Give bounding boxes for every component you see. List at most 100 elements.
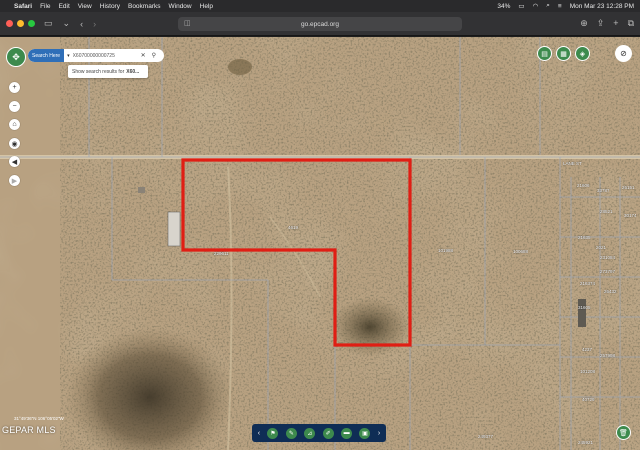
back-icon[interactable]: ‹: [80, 19, 83, 29]
locate-icon: ◉: [11, 140, 18, 148]
structure-shed: [138, 187, 145, 193]
zoom-out-button[interactable]: −: [9, 101, 20, 112]
battery-percent: 34%: [497, 2, 511, 10]
edit-button[interactable]: ✐: [322, 427, 334, 439]
parcel-label: 21606: [577, 183, 590, 188]
parcel-label: 30174: [624, 213, 637, 218]
zoom-window-button[interactable]: [28, 20, 35, 27]
next-extent-button[interactable]: ▶: [9, 175, 20, 186]
parcel-label: 21635: [578, 235, 591, 240]
menu-help[interactable]: Help: [200, 3, 213, 10]
draw-button[interactable]: ✎: [285, 427, 297, 439]
new-tab-icon[interactable]: +: [613, 18, 618, 29]
satellite-map[interactable]: 4619 229611 101988 100688 LANE ST 21606 …: [0, 37, 640, 450]
previous-extent-button[interactable]: ◀: [9, 156, 20, 167]
dense-vegetation: [330, 297, 410, 357]
print-button[interactable]: ▤: [537, 46, 552, 61]
chevron-left-icon[interactable]: ‹: [258, 430, 260, 437]
menu-app-name[interactable]: Safari: [14, 3, 32, 10]
search-input[interactable]: [72, 52, 137, 59]
parcel-label: 229611: [214, 251, 229, 256]
share-icon[interactable]: ⇪: [597, 18, 605, 29]
parcel-label: 231084: [600, 255, 616, 260]
print-icon: ▤: [541, 50, 548, 58]
address-bar[interactable]: ◫ go.epcad.org: [178, 17, 462, 31]
eye-off-icon: ⊘: [620, 49, 627, 58]
map-imagery: [0, 37, 640, 450]
pencil-icon: ✎: [288, 430, 294, 437]
parcel-label: 273797: [600, 269, 616, 274]
search-bar[interactable]: Search Here ▾ ✕ ⚲: [28, 49, 164, 62]
close-window-button[interactable]: [6, 20, 13, 27]
minimize-window-button[interactable]: [17, 20, 24, 27]
control-center-icon[interactable]: ≡: [558, 3, 562, 10]
clear-search-icon[interactable]: ✕: [141, 52, 146, 59]
layers-icon: ◈: [579, 50, 586, 58]
menu-file[interactable]: File: [40, 3, 50, 10]
search-icon[interactable]: ⚲: [152, 52, 156, 59]
browser-toolbar: ▭ ⌄ ‹ › ◫ go.epcad.org ⊕ ⇪ + ⧉: [0, 12, 640, 36]
search-mode-dropdown[interactable]: ▾: [67, 53, 70, 59]
parcel-label: 4619: [288, 225, 299, 230]
parcel-label: 216374: [580, 281, 596, 286]
parcel-label: 245921: [578, 440, 594, 445]
table-icon: ▬: [343, 430, 350, 436]
vegetation-patch: [228, 59, 252, 75]
chevron-right-icon[interactable]: ›: [378, 430, 380, 437]
shield-icon: ◫: [184, 20, 191, 27]
menu-history[interactable]: History: [100, 3, 120, 10]
parcel-label: 26432: [604, 289, 617, 294]
epcad-logo-button[interactable]: ✥: [6, 47, 26, 67]
bookmark-icon: ⚑: [270, 430, 276, 437]
ruler-icon: ⊿: [307, 430, 313, 437]
layers-button[interactable]: ◈: [575, 46, 590, 61]
menu-bookmarks[interactable]: Bookmarks: [128, 3, 161, 10]
forward-icon[interactable]: ›: [93, 19, 96, 29]
epcad-logo-icon: ✥: [12, 51, 20, 62]
visibility-toggle-button[interactable]: ⊘: [615, 45, 632, 62]
basemap-button[interactable]: ▦: [556, 46, 571, 61]
suggestion-query: X60...: [126, 68, 140, 75]
parcel-label: 33787: [597, 188, 610, 193]
parcel-label: 100688: [513, 249, 529, 254]
coordinates-readout: 31°49'36"N 106°05'02"W: [14, 416, 64, 421]
sidebar-toggle-icon[interactable]: ▭: [44, 18, 53, 29]
structure-home: [578, 299, 586, 327]
plus-icon: +: [12, 84, 17, 91]
home-button[interactable]: ⌂: [9, 119, 20, 130]
search-suggestion[interactable]: Show search results for X60...: [68, 65, 148, 78]
chevron-down-icon[interactable]: ⌄: [63, 18, 71, 29]
wifi-icon[interactable]: ◠: [533, 2, 539, 10]
tab-overview-icon[interactable]: ⧉: [628, 18, 634, 29]
grid-icon: ▦: [560, 50, 567, 58]
tool-bar: ‹ ⚑ ✎ ⊿ ✐ ▬ ▣ ›: [252, 424, 386, 442]
table-button[interactable]: ▬: [341, 427, 353, 439]
document-icon: ▣: [362, 430, 368, 437]
parcel-label: 257998: [600, 353, 616, 358]
menu-edit[interactable]: Edit: [59, 3, 70, 10]
clear-graphics-button[interactable]: 🗑: [616, 425, 631, 440]
download-icon[interactable]: ⊕: [580, 18, 588, 29]
arrow-left-icon: ◀: [11, 158, 18, 166]
battery-icon[interactable]: ▭: [518, 2, 524, 10]
menubar-clock[interactable]: Mon Mar 23 12:28 PM: [570, 3, 634, 10]
edit-icon: ✐: [325, 430, 331, 437]
parcel-label: 31605: [578, 305, 591, 310]
locate-button[interactable]: ◉: [9, 138, 20, 149]
measure-button[interactable]: ⊿: [304, 427, 316, 439]
trash-icon: 🗑: [619, 429, 628, 437]
road-label: LANE ST: [563, 161, 582, 166]
arrow-right-icon: ▶: [11, 177, 18, 185]
minus-icon: −: [12, 103, 17, 110]
menu-view[interactable]: View: [78, 3, 92, 10]
parcel-label: 28521: [600, 209, 613, 214]
parcel-label: 101208: [580, 369, 596, 374]
search-icon[interactable]: ⌕: [546, 2, 550, 10]
export-button[interactable]: ▣: [359, 427, 371, 439]
parcel-label: 249377: [478, 434, 494, 439]
bookmark-button[interactable]: ⚑: [267, 427, 279, 439]
menu-window[interactable]: Window: [169, 3, 192, 10]
parcel-label: 101988: [438, 248, 454, 253]
zoom-in-button[interactable]: +: [9, 82, 20, 93]
structure-building: [167, 211, 181, 247]
